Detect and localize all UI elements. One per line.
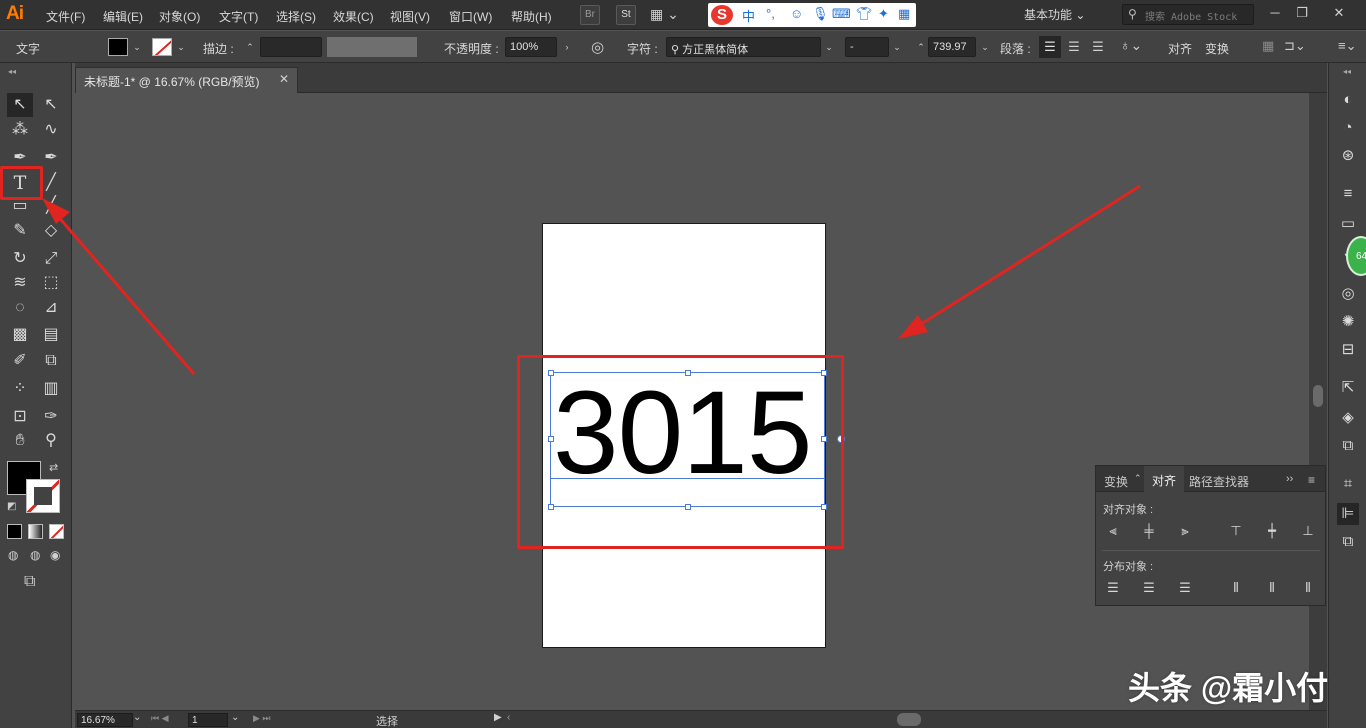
align-horizontal-center-icon[interactable]: ╪ — [1140, 522, 1158, 540]
panel-menu-icon[interactable]: ≡ — [1308, 473, 1315, 487]
gradient-panel-icon[interactable]: ▭ — [1337, 213, 1359, 235]
arrowhead — [898, 315, 928, 339]
tab-pathfinder[interactable]: 路径查找器 — [1189, 473, 1249, 490]
watermark: 头条 @霜小付 — [1128, 670, 1329, 706]
distribute-left-icon[interactable]: ⫴ — [1227, 579, 1245, 597]
chevron-down-icon[interactable]: ⌄ — [133, 712, 141, 723]
divider — [1102, 550, 1320, 551]
recolor-panel-icon[interactable]: ⊛ — [1337, 145, 1359, 167]
chevron-down-icon[interactable]: ⌄ — [231, 712, 239, 723]
annotation-arrows — [42, 184, 1141, 375]
color-panel-icon[interactable]: ◐ — [1337, 89, 1359, 111]
export-icon[interactable]: ⇱ — [1337, 377, 1359, 399]
distribute-vertical-center-icon[interactable]: ☰ — [1140, 579, 1158, 597]
stroke-panel-icon[interactable]: ≡ — [1337, 183, 1359, 205]
arrowhead — [42, 198, 70, 224]
scroll-thumb[interactable] — [1313, 385, 1323, 407]
align-vertical-center-icon[interactable]: ┿ — [1263, 522, 1281, 540]
align-bottom-icon[interactable]: ⊥ — [1299, 522, 1317, 540]
align-panel-icon[interactable]: ⊫ — [1337, 503, 1359, 525]
collapse-icon[interactable]: ◂◂ — [1343, 67, 1351, 76]
symbols-panel-icon[interactable]: ⊟ — [1337, 339, 1359, 361]
layers-panel-icon[interactable]: ◈ — [1337, 407, 1359, 429]
align-panel: 变换 ⌃ 对齐 路径查找器 ›› ≡ 对齐对象 : ⫷ ╪ ⫸ ⊤ ┿ ⊥ 分布… — [1095, 465, 1326, 606]
first-artboard-icon[interactable]: ⏮ ◀ — [151, 713, 169, 724]
tab-transform[interactable]: 变换 — [1104, 473, 1128, 490]
status-menu-icon[interactable]: ▶ — [494, 712, 502, 723]
horizontal-scroll-thumb[interactable] — [897, 713, 921, 726]
distribute-bottom-icon[interactable]: ☰ — [1176, 579, 1194, 597]
artboard-number-field[interactable]: 1 — [188, 713, 228, 727]
align-right-icon[interactable]: ⫸ — [1176, 522, 1194, 540]
align-top-icon[interactable]: ⊤ — [1227, 522, 1245, 540]
annotation-arrow — [54, 213, 196, 375]
artboards-panel-icon[interactable]: ⧉ — [1337, 435, 1359, 457]
vertical-scrollbar[interactable] — [1309, 93, 1327, 710]
distribute-right-icon[interactable]: ⫴ — [1299, 579, 1317, 597]
align-left-icon[interactable]: ⫷ — [1104, 522, 1122, 540]
tab-stepper-icon[interactable]: ⌃ — [1134, 473, 1142, 484]
right-panel-dock: ◂◂ ◐ ◔ ⊛ ≡ ▭ ◕ ◎ ✺ ⊟ ⇱ ◈ ⧉ ⌗ ⊫ ⧉ — [1328, 63, 1366, 728]
distribute-horizontal-center-icon[interactable]: ⫴ — [1263, 579, 1281, 597]
graphic-styles-icon[interactable]: ✺ — [1337, 311, 1359, 333]
scroll-left-icon[interactable]: ‹ — [507, 712, 510, 723]
distribute-top-icon[interactable]: ☰ — [1104, 579, 1122, 597]
align-objects-label: 对齐对象 : — [1103, 504, 1154, 516]
align-panel-tabs: 变换 ⌃ 对齐 路径查找器 ›› ≡ — [1096, 466, 1325, 492]
distribute-objects-label: 分布对象 : — [1103, 561, 1154, 573]
zoom-field[interactable]: 16.67% — [77, 713, 133, 727]
appearance-panel-icon[interactable]: ◎ — [1337, 283, 1359, 305]
last-artboard-icon[interactable]: ▶ ⏭ — [253, 713, 271, 724]
status-bar: 16.67% ⌄ ⏮ ◀ 1 ⌄ ▶ ⏭ 选择 ▶ ‹ — [75, 710, 1327, 728]
color-guide-icon[interactable]: ◔ — [1337, 117, 1359, 139]
expand-icon[interactable]: ›› — [1286, 473, 1293, 485]
pathfinder-panel-icon[interactable]: ⧉ — [1337, 531, 1359, 553]
status-mode: 选择 — [376, 716, 398, 728]
annotation-arrow — [917, 184, 1141, 328]
tab-align[interactable]: 对齐 — [1144, 466, 1185, 492]
transform-panel-icon[interactable]: ⌗ — [1337, 473, 1359, 495]
